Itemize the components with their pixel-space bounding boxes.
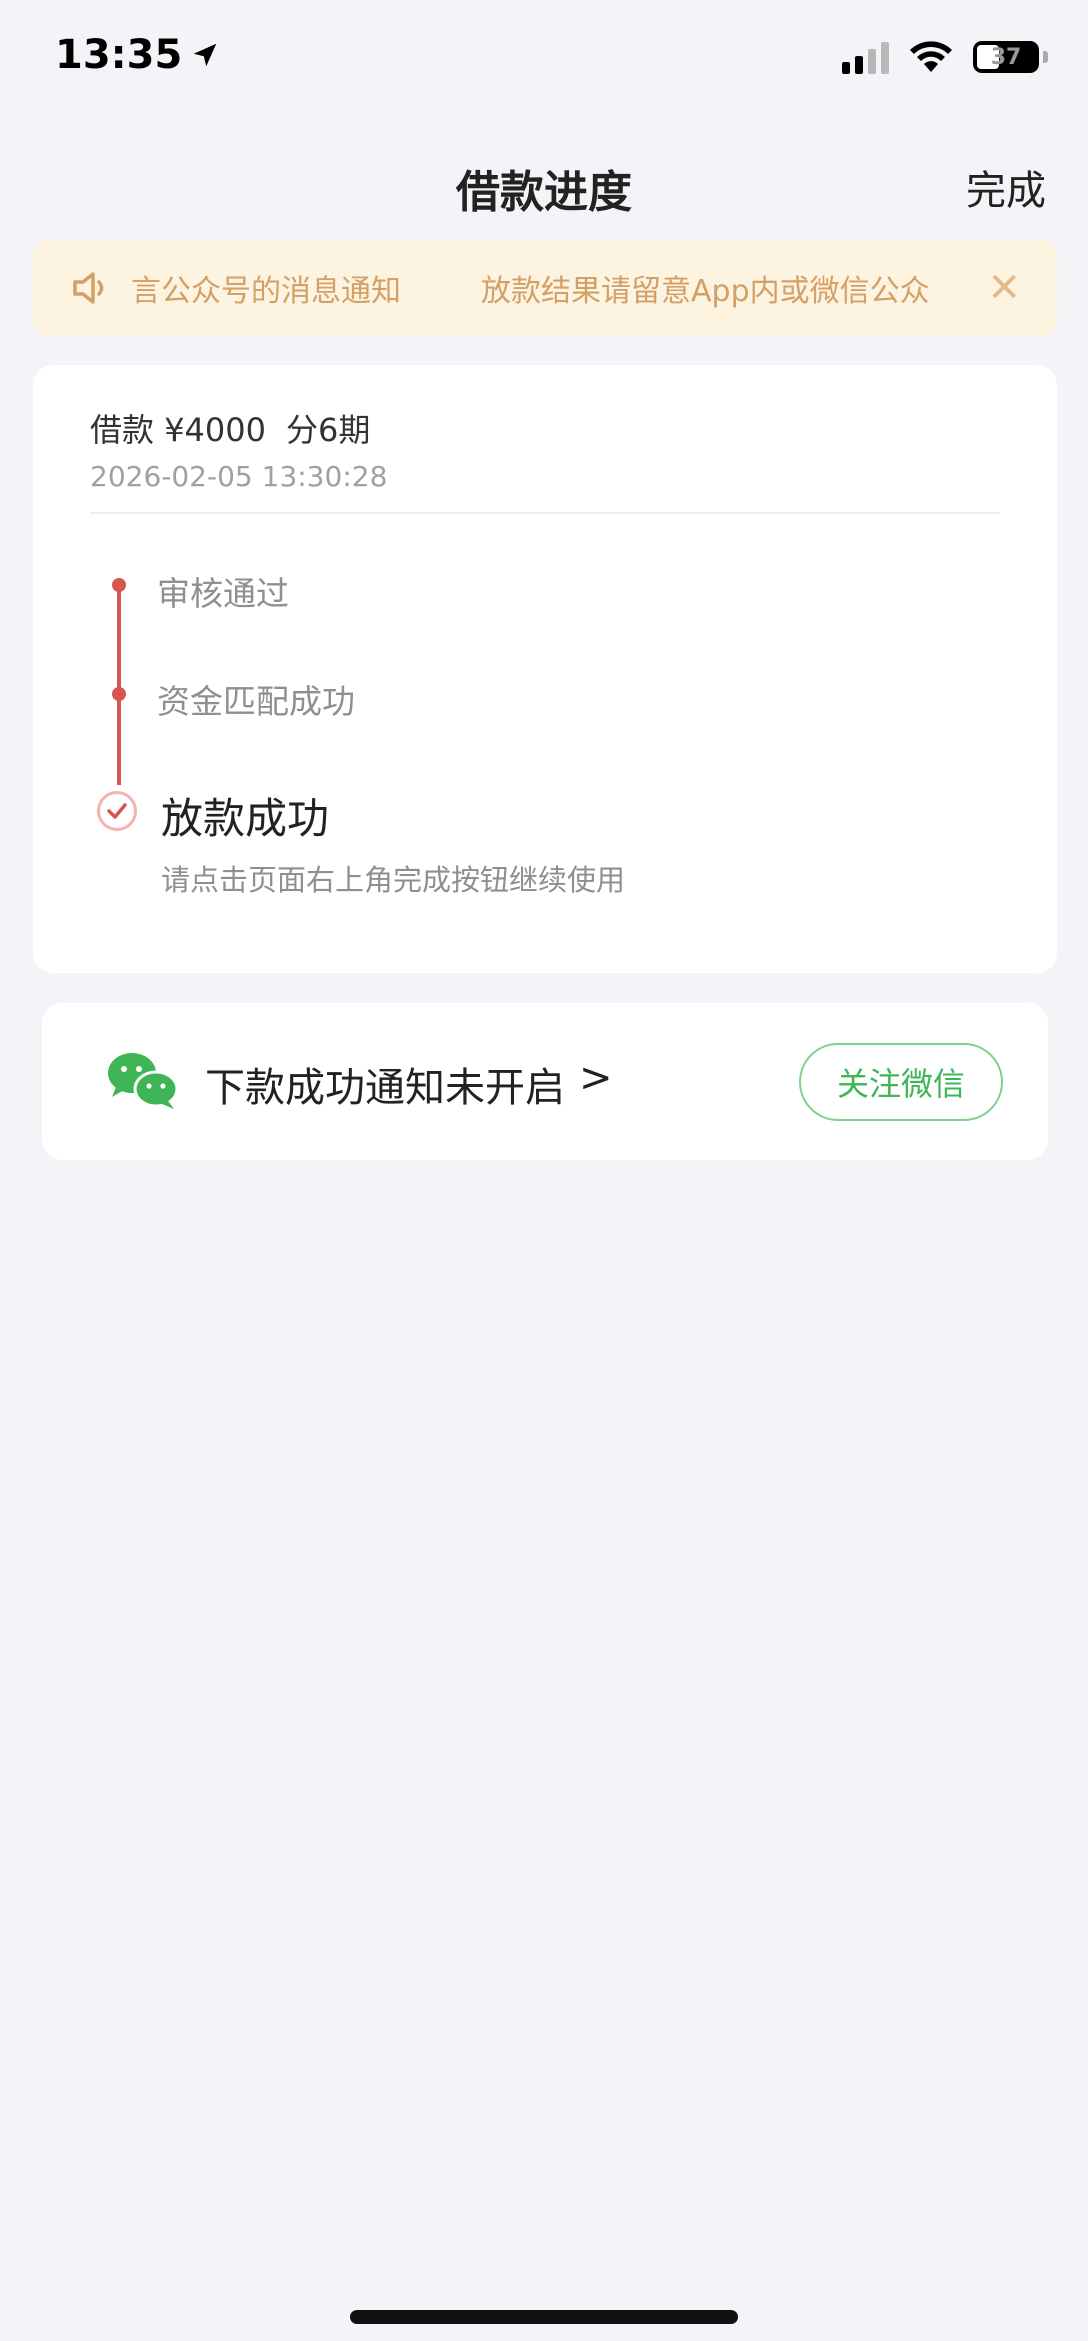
battery-icon: 37 (973, 41, 1039, 73)
home-indicator[interactable] (350, 2310, 738, 2324)
done-button[interactable]: 完成 (966, 158, 1046, 216)
notice-text: 言公众号的消息通知 放款结果请留意App内或微信公众 (131, 266, 967, 310)
loan-installments: 分6期 (285, 411, 371, 449)
wifi-icon (910, 41, 952, 72)
divider (90, 512, 1000, 514)
follow-wechat-button[interactable]: 关注微信 (799, 1043, 1003, 1121)
speaker-icon (73, 272, 104, 304)
loan-summary: 借款 ¥4000 分6期 (90, 405, 370, 451)
wechat-icon (108, 1053, 179, 1109)
cellular-signal-icon (842, 40, 889, 74)
notice-text-part1: 言公众号的消息通知 (131, 274, 401, 309)
check-circle-icon (97, 791, 137, 831)
battery-level: 37 (990, 44, 1022, 70)
loan-amount-label: 借款 (90, 411, 155, 449)
notice-text-part2: 放款结果请留意App内或微信公众 (481, 274, 930, 309)
notice-banner: 言公众号的消息通知 放款结果请留意App内或微信公众 ✕ (33, 240, 1057, 336)
check-icon (107, 803, 127, 819)
timeline-step-review: 审核通过 (157, 574, 289, 613)
nav-header: 借款进度 完成 (0, 120, 1088, 242)
status-bar: 13:35 37 (0, 0, 1088, 120)
wechat-notify-link[interactable]: 下款成功通知未开启 > (205, 1055, 613, 1113)
loan-progress-card: 借款 ¥4000 分6期 2026-02-05 13:30:28 审核通过 资金… (33, 365, 1057, 973)
timeline-dot (112, 578, 126, 592)
loan-amount: ¥4000 (164, 411, 266, 449)
timeline-dot (112, 687, 126, 701)
loan-amount-group: 借款 ¥4000 (90, 405, 266, 451)
status-time: 13:35 (55, 32, 220, 78)
wechat-notify-card[interactable]: 下款成功通知未开启 > 关注微信 (42, 1003, 1048, 1160)
timeline-step-hint: 请点击页面右上角完成按钮继续使用 (161, 863, 626, 897)
location-arrow-icon (194, 43, 217, 67)
close-icon[interactable]: ✕ (987, 268, 1021, 308)
timeline-step-matching: 资金匹配成功 (157, 682, 355, 721)
timeline-line (117, 585, 121, 785)
timeline-step-disbursed: 放款成功 (161, 794, 330, 843)
battery-cap (1043, 51, 1048, 63)
page-title: 借款进度 (456, 167, 632, 218)
loan-timestamp: 2026-02-05 13:30:28 (90, 460, 388, 493)
status-indicators: 37 (842, 40, 1048, 74)
wechat-notify-text: 下款成功通知未开启 (205, 1065, 565, 1111)
status-time-text: 13:35 (55, 32, 183, 78)
screen: 13:35 37 借款进度 完成 言公众号的消息通知 放款结果请留意App内或微… (0, 0, 1088, 2341)
chevron-right-icon: > (579, 1055, 613, 1101)
